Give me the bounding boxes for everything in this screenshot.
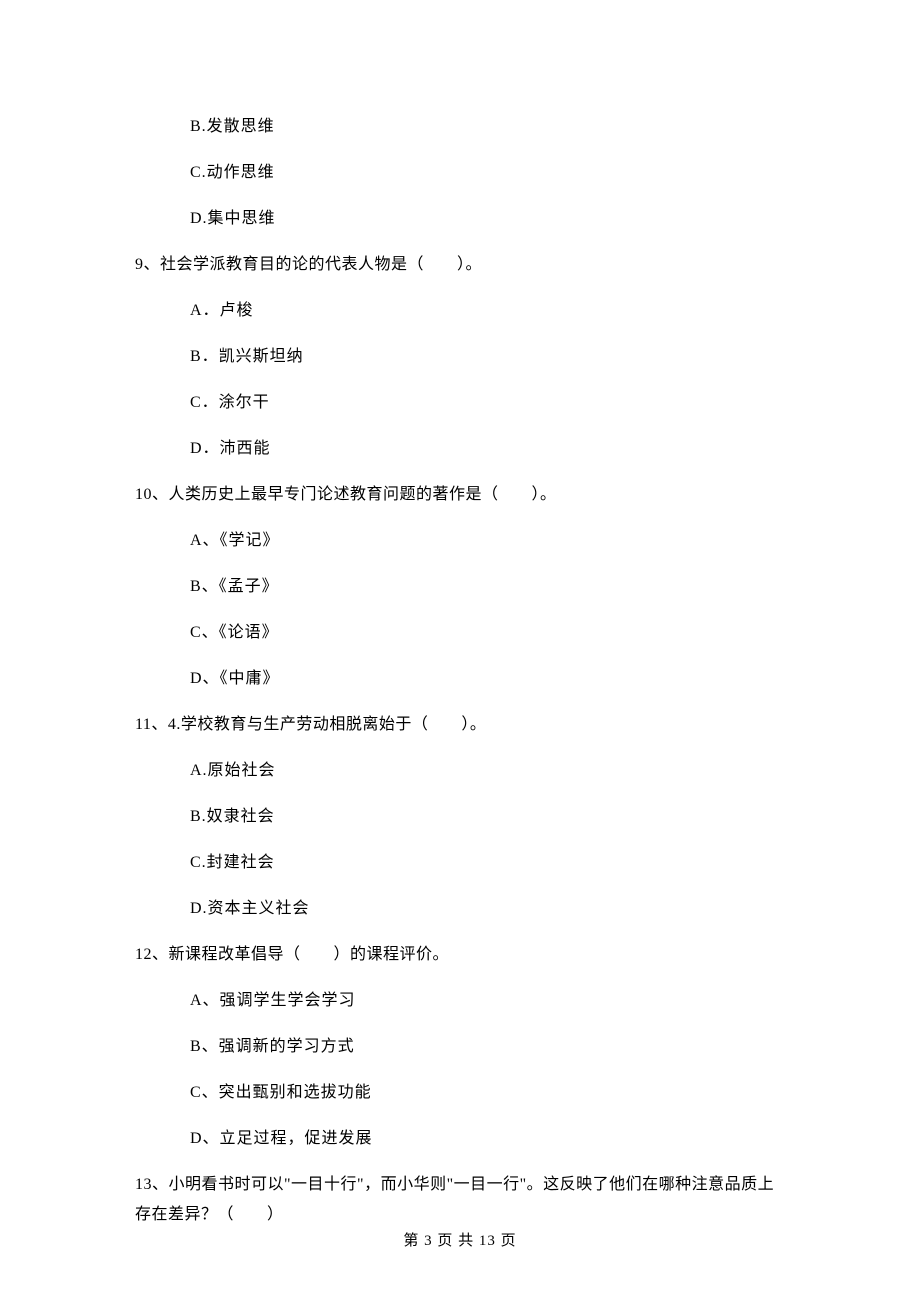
q10-text: 10、人类历史上最早专门论述教育问题的著作是（ ）。 xyxy=(135,483,785,507)
q12-text: 12、新课程改革倡导（ ）的课程评价。 xyxy=(135,943,785,967)
q8-option-b: B.发散思维 xyxy=(135,115,785,139)
q10-option-c: C、《论语》 xyxy=(135,621,785,645)
q11-option-d: D.资本主义社会 xyxy=(135,897,785,921)
q9-option-a: A．卢梭 xyxy=(135,299,785,323)
q9-option-c: C．涂尔干 xyxy=(135,391,785,415)
q9-option-b: B．凯兴斯坦纳 xyxy=(135,345,785,369)
q11-option-a: A.原始社会 xyxy=(135,759,785,783)
q11-text: 11、4.学校教育与生产劳动相脱离始于（ ）。 xyxy=(135,713,785,737)
q11-option-c: C.封建社会 xyxy=(135,851,785,875)
q12-option-a: A、强调学生学会学习 xyxy=(135,989,785,1013)
q10-option-b: B、《孟子》 xyxy=(135,575,785,599)
q8-option-c: C.动作思维 xyxy=(135,161,785,185)
q11-option-b: B.奴隶社会 xyxy=(135,805,785,829)
q9-text: 9、社会学派教育目的论的代表人物是（ ）。 xyxy=(135,253,785,277)
q12-option-b: B、强调新的学习方式 xyxy=(135,1035,785,1059)
q12-option-d: D、立足过程，促进发展 xyxy=(135,1127,785,1151)
q12-option-c: C、突出甄别和选拔功能 xyxy=(135,1081,785,1105)
q10-option-d: D、《中庸》 xyxy=(135,667,785,691)
page-content: B.发散思维 C.动作思维 D.集中思维 9、社会学派教育目的论的代表人物是（ … xyxy=(0,0,920,1227)
q13-text-line1: 13、小明看书时可以"一目十行"，而小华则"一目一行"。这反映了他们在哪种注意品… xyxy=(135,1173,785,1197)
q8-option-d: D.集中思维 xyxy=(135,207,785,231)
q13-text-line2: 存在差异？（ ） xyxy=(135,1203,785,1227)
q10-option-a: A、《学记》 xyxy=(135,529,785,553)
page-footer: 第 3 页 共 13 页 xyxy=(0,1229,920,1250)
q9-option-d: D．沛西能 xyxy=(135,437,785,461)
